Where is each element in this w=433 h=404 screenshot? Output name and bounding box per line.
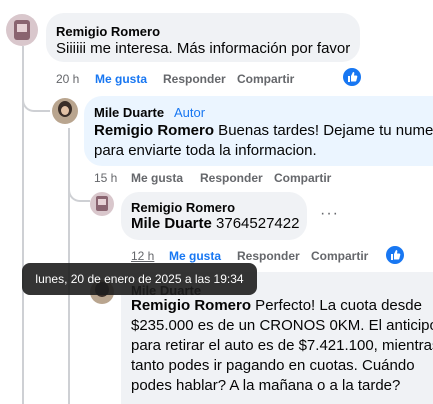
- reply-button[interactable]: Responder: [200, 171, 263, 185]
- timestamp-tooltip: lunes, 20 de enero de 2025 a las 19:34: [22, 263, 257, 295]
- avatar[interactable]: [52, 98, 78, 124]
- mention-link[interactable]: Remigio Romero: [131, 297, 251, 314]
- comment-author[interactable]: Mile Duarte: [94, 105, 164, 120]
- comment-time[interactable]: 20 h: [56, 72, 79, 86]
- comment-text: Siiiiii me interesa. Más información por…: [56, 40, 351, 57]
- comment-time[interactable]: 15 h: [94, 171, 117, 185]
- like-button[interactable]: Me gusta: [131, 171, 183, 185]
- comment-author[interactable]: Remigio Romero: [131, 200, 235, 215]
- like-button[interactable]: Me gusta: [95, 72, 147, 86]
- mention-link[interactable]: Remigio Romero: [94, 122, 214, 139]
- author-badge: Autor: [174, 105, 206, 120]
- share-button[interactable]: Compartir: [274, 171, 331, 185]
- thumbs-up-reaction-icon[interactable]: [384, 244, 406, 266]
- comment-text: Mile Duarte 3764527422: [131, 215, 300, 232]
- comment-author[interactable]: Remigio Romero: [56, 24, 160, 39]
- avatar[interactable]: [90, 192, 114, 216]
- thread-curve: [68, 186, 90, 202]
- reply-button[interactable]: Responder: [163, 72, 226, 86]
- comment-bubble: Remigio Romero Mile Duarte 3764527422: [121, 192, 307, 240]
- mention-link[interactable]: Mile Duarte: [131, 215, 212, 232]
- share-button[interactable]: Compartir: [237, 72, 294, 86]
- more-options-icon[interactable]: ···: [320, 205, 339, 223]
- thread-curve: [22, 96, 50, 112]
- share-button[interactable]: Compartir: [311, 249, 368, 263]
- comment-bubble: Remigio Romero Siiiiii me interesa. Más …: [46, 13, 360, 62]
- like-button[interactable]: Me gusta: [169, 249, 221, 263]
- comment-bubble: Mile Duarte Autor Remigio Romero Buenas …: [84, 96, 433, 166]
- comment-time[interactable]: 12 h: [131, 249, 154, 263]
- comment-text: Remigio Romero Buenas tardes! Dejame tu …: [94, 122, 433, 159]
- reply-button[interactable]: Responder: [237, 249, 300, 263]
- comment-text: Remigio Romero Perfecto! La cuota desde …: [131, 297, 433, 394]
- avatar[interactable]: [6, 14, 38, 46]
- thumbs-up-reaction-icon[interactable]: [341, 66, 363, 88]
